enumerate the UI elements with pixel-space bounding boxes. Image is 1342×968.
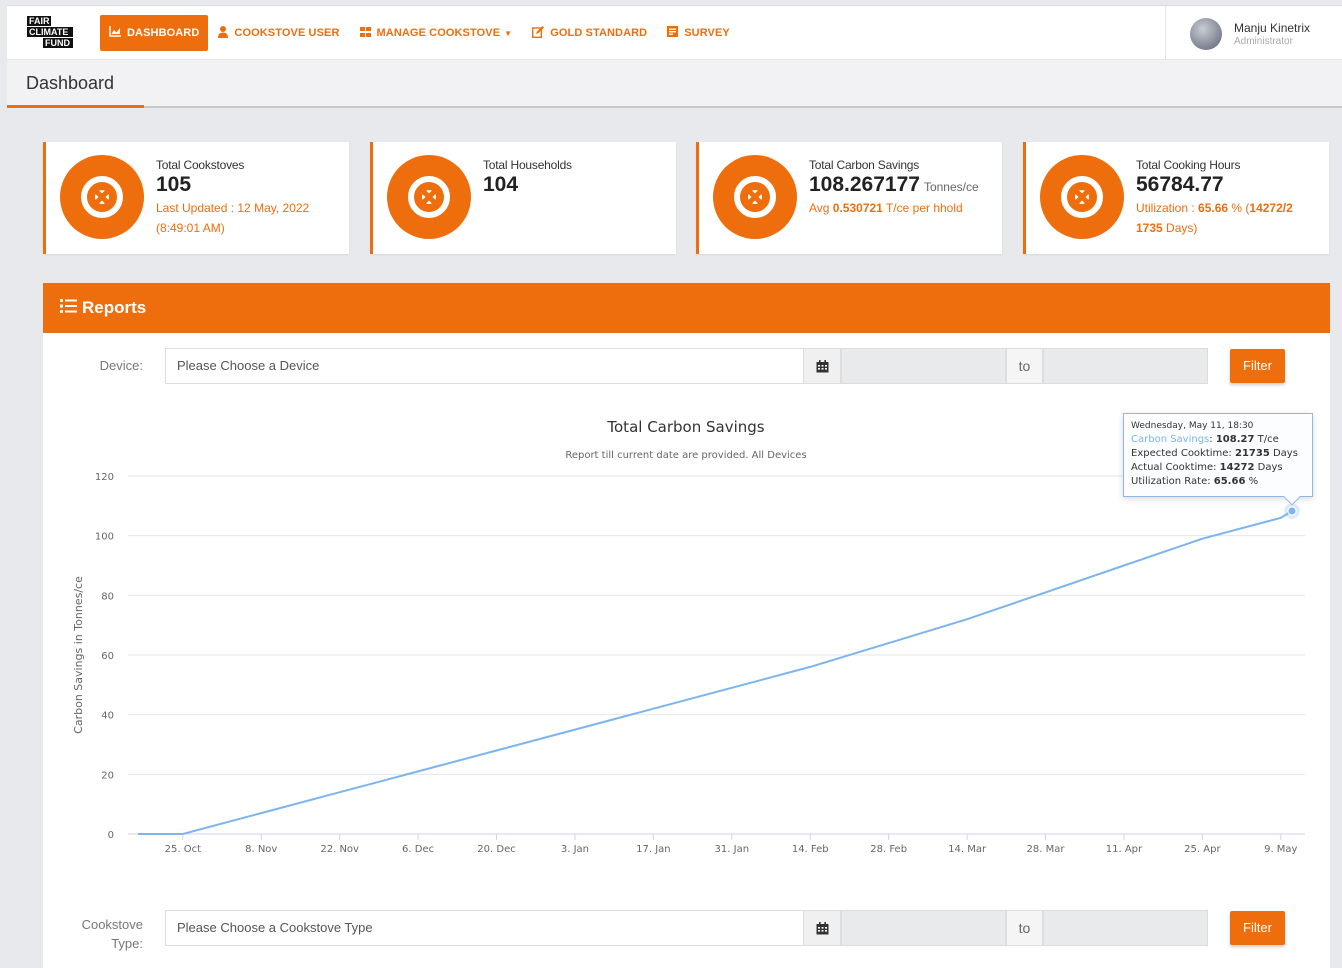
tooltip-exp-days: Days — [1269, 448, 1298, 459]
x-tick-label: 3. Jan — [561, 844, 589, 855]
data-point — [1287, 506, 1297, 516]
tooltip-exp-label: Expected Cooktime: — [1131, 448, 1235, 459]
tooltip-util-label: Utilization Rate: — [1131, 476, 1214, 487]
x-tick-label: 17. Jan — [636, 844, 671, 855]
chart-tooltip: Wednesday, May 11, 18:30 Carbon Savings:… — [1123, 413, 1313, 506]
series-line — [138, 510, 1293, 835]
tooltip-cs-unit: T/ce — [1254, 434, 1279, 445]
tooltip-utilization: Utilization Rate: 65.66 % — [1131, 475, 1305, 489]
tooltip-exp-value: 21735 — [1234, 448, 1270, 459]
tooltip-act-label: Actual Cooktime: — [1131, 462, 1220, 473]
x-tick-label: 9. May — [1264, 844, 1297, 855]
y-tick-label: 40 — [101, 711, 114, 722]
tooltip-cs-label: Carbon Savings — [1131, 434, 1210, 445]
tooltip-act-days: Days — [1254, 462, 1283, 473]
y-tick-label: 120 — [95, 472, 114, 483]
x-tick-label: 28. Mar — [1027, 844, 1066, 855]
tooltip-actual: Actual Cooktime: 14272 Days — [1131, 461, 1305, 475]
tooltip-date: Wednesday, May 11, 18:30 — [1131, 421, 1254, 431]
x-tick-label: 11. Apr — [1106, 844, 1143, 855]
x-tick-label: 25. Oct — [165, 844, 201, 855]
x-tick-label: 22. Nov — [320, 844, 359, 855]
tooltip-act-value: 14272 — [1219, 462, 1255, 473]
y-tick-label: 20 — [101, 770, 114, 781]
x-tick-label: 20. Dec — [477, 844, 515, 855]
tooltip-util-value: 65.66 — [1213, 476, 1246, 487]
y-axis-label: Carbon Savings in Tonnes/ce — [72, 576, 85, 734]
x-tick-label: 31. Jan — [715, 844, 750, 855]
tooltip-carbon-savings: Carbon Savings: 108.27 T/ce — [1131, 434, 1279, 445]
x-tick-label: 8. Nov — [245, 844, 277, 855]
chart-title: Total Carbon Savings — [606, 418, 764, 436]
x-tick-label: 14. Feb — [792, 844, 829, 855]
tooltip-expected: Expected Cooktime: 21735 Days — [1131, 447, 1305, 461]
x-tick-label: 25. Apr — [1184, 844, 1221, 855]
x-tick-label: 28. Feb — [870, 844, 907, 855]
tooltip-cs-value: 108.27 — [1215, 434, 1255, 445]
y-tick-label: 80 — [101, 591, 114, 602]
y-tick-label: 100 — [95, 532, 114, 543]
y-tick-label: 60 — [101, 651, 114, 662]
y-tick-label: 0 — [108, 830, 114, 841]
x-tick-label: 6. Dec — [402, 844, 434, 855]
x-tick-label: 14. Mar — [948, 844, 987, 855]
tooltip-util-unit: % — [1245, 476, 1259, 487]
chart-subtitle: Report till current date are provided. A… — [565, 450, 806, 461]
